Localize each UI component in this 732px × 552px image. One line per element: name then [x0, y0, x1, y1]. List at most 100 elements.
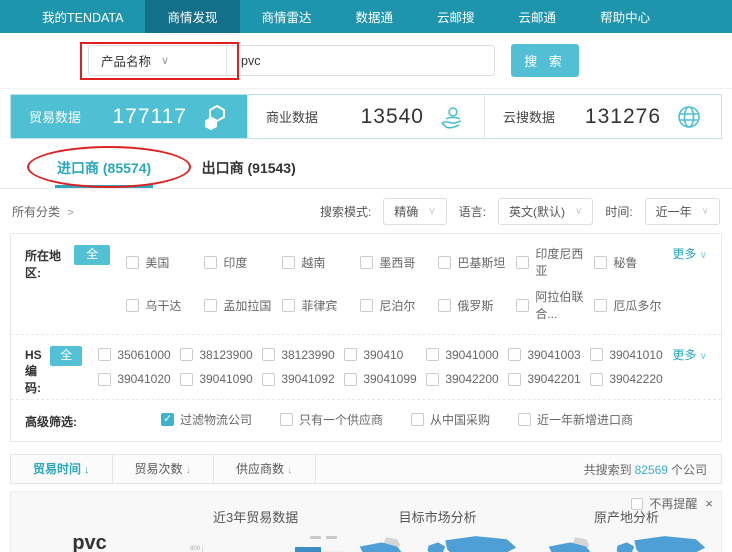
hs-code-checkbox[interactable]: 39041010	[590, 346, 672, 363]
sort-desc-icon: ↓	[84, 464, 90, 476]
y-axis: 8006004000	[178, 546, 200, 552]
tab-exporters[interactable]: 出口商 (91543)	[200, 149, 298, 188]
hs-code-more-link[interactable]: 更多 ∨	[672, 346, 707, 363]
advanced-checkbox[interactable]: 从中国采购	[411, 411, 490, 428]
hs-code-option-label: 39041003	[527, 348, 580, 362]
advanced-option-label: 从中国采购	[430, 411, 490, 428]
stat-cloud-search-data[interactable]: 云搜数据 131276	[484, 95, 721, 138]
globe-icon	[675, 103, 703, 131]
checkbox-icon	[594, 256, 607, 269]
hs-code-checkbox[interactable]: 39041020	[98, 372, 180, 386]
checkbox-icon	[508, 373, 521, 386]
language-label: 语言:	[459, 203, 486, 220]
nav-item-cloud-mail-search[interactable]: 云邮搜	[415, 0, 497, 33]
sort-label: 供应商数	[236, 462, 284, 476]
search-button[interactable]: 搜 索	[511, 44, 579, 77]
region-all-button[interactable]: 全部	[74, 245, 110, 265]
world-map	[541, 532, 713, 552]
region-checkbox[interactable]: 俄罗斯	[438, 288, 516, 322]
checkbox-icon	[126, 256, 139, 269]
region-option-label: 菲律宾	[301, 297, 337, 314]
trade-trend-chart[interactable]: 近3年贸易数据 8006004000 201920202021	[168, 492, 343, 552]
hs-code-checkbox[interactable]: 39041092	[262, 372, 344, 386]
tab-importers[interactable]: 进口商 (85574)	[55, 149, 153, 188]
analysis-keyword: pvc	[11, 532, 168, 552]
nav-item-cloud-mail-pass[interactable]: 云邮通	[497, 0, 579, 33]
checkbox-icon	[594, 299, 607, 312]
nav-item-business-radar[interactable]: 商情雷达	[240, 0, 334, 33]
hs-code-checkbox[interactable]: 38123990	[262, 346, 344, 363]
region-checkbox[interactable]: 巴基斯坦	[438, 245, 516, 279]
language-select[interactable]: 英文(默认) ∨	[498, 198, 593, 225]
origin-analysis-map[interactable]: 原产地分析	[532, 492, 721, 552]
hs-code-all-button[interactable]: 全部	[50, 346, 82, 366]
region-checkbox[interactable]: 印度尼西亚	[516, 245, 594, 279]
all-categories-link[interactable]: 所有分类 >	[12, 203, 74, 220]
search-field-dropdown[interactable]: 产品名称 ∨	[89, 46, 227, 75]
hs-code-checkbox[interactable]: 38123900	[180, 346, 262, 363]
hs-code-checkbox[interactable]: 39042200	[426, 372, 508, 386]
advanced-filter: 高级筛选: 过滤物流公司 只有一个供应商 从中国采购 近一年新增进口商	[11, 399, 721, 441]
hs-code-checkbox[interactable]: 390410	[344, 346, 426, 363]
search-input[interactable]	[227, 46, 494, 75]
chevron-down-icon: ∨	[161, 54, 169, 67]
hs-code-option-label: 39041099	[363, 372, 416, 386]
region-checkbox[interactable]: 菲律宾	[282, 288, 360, 322]
nav-item-help-center[interactable]: 帮助中心	[578, 0, 672, 33]
hs-code-checkbox[interactable]: 39041090	[180, 372, 262, 386]
sort-supplier-count[interactable]: 供应商数↓	[214, 455, 316, 484]
region-checkbox[interactable]: 乌干达	[126, 288, 204, 322]
region-checkbox[interactable]: 孟加拉国	[204, 288, 282, 322]
advanced-checkbox[interactable]: 近一年新增进口商	[518, 411, 633, 428]
advanced-checkbox[interactable]: 过滤物流公司	[161, 411, 252, 428]
region-checkbox[interactable]: 秘鲁	[594, 245, 672, 279]
hs-code-option-label: 39041090	[199, 372, 252, 386]
region-checkbox[interactable]: 厄瓜多尔	[594, 288, 672, 322]
hs-code-checkbox[interactable]: 39041000	[426, 346, 508, 363]
sort-desc-icon: ↓	[186, 464, 192, 476]
chart-title: 原产地分析	[532, 507, 721, 526]
region-option-label: 厄瓜多尔	[613, 297, 661, 314]
service-hand-icon	[438, 103, 466, 131]
checkbox-icon	[204, 299, 217, 312]
result-summary: 共搜索到82569个公司	[584, 461, 721, 478]
checkbox-icon	[126, 299, 139, 312]
stat-business-data[interactable]: 商业数据 13540	[247, 95, 484, 138]
search-mode-select[interactable]: 精确 ∨	[383, 198, 446, 225]
hs-code-checkbox[interactable]: 39042220	[590, 372, 672, 386]
region-checkbox[interactable]: 印度	[204, 245, 282, 279]
checkbox-icon	[344, 373, 357, 386]
nav-item-data-pass[interactable]: 数据通	[334, 0, 416, 33]
hs-code-option-label: 39042220	[609, 372, 662, 386]
sort-trade-time[interactable]: 贸易时间↓	[11, 455, 113, 484]
checkbox-icon	[180, 348, 193, 361]
sort-trade-count[interactable]: 贸易次数↓	[113, 455, 215, 484]
region-checkbox[interactable]: 阿拉伯联合...	[516, 288, 594, 322]
region-checkbox[interactable]: 美国	[126, 245, 204, 279]
advanced-option-label: 过滤物流公司	[180, 411, 252, 428]
hs-code-checkbox[interactable]: 39041003	[508, 346, 590, 363]
stat-label: 贸易数据	[29, 107, 81, 126]
checkbox-icon	[438, 256, 451, 269]
stat-trade-data[interactable]: 贸易数据 177117	[11, 95, 247, 138]
checkbox-icon	[590, 373, 603, 386]
region-checkbox[interactable]: 越南	[282, 245, 360, 279]
hs-code-checkbox[interactable]: 39042201	[508, 372, 590, 386]
checkbox-icon	[360, 256, 373, 269]
target-market-map[interactable]: 目标市场分析	[343, 492, 532, 552]
advanced-checkbox[interactable]: 只有一个供应商	[280, 411, 383, 428]
nav-item-business-discovery[interactable]: 商情发现	[145, 0, 239, 33]
time-select[interactable]: 近一年 ∨	[645, 198, 720, 225]
hs-code-checkbox[interactable]: 39041099	[344, 372, 426, 386]
region-checkbox[interactable]: 墨西哥	[360, 245, 438, 279]
checkbox-icon	[508, 348, 521, 361]
hs-code-checkbox[interactable]: 35061000	[98, 346, 180, 363]
result-count-link[interactable]: 82569	[635, 463, 668, 477]
region-option-label: 墨西哥	[379, 254, 415, 271]
region-more-link[interactable]: 更多 ∨	[672, 245, 707, 279]
result-suffix: 个公司	[671, 463, 707, 477]
nav-item-my-tendata[interactable]: 我的TENDATA	[20, 0, 145, 33]
hs-code-option-label: 38123900	[199, 348, 252, 362]
region-checkbox[interactable]: 尼泊尔	[360, 288, 438, 322]
checkbox-icon	[344, 348, 357, 361]
